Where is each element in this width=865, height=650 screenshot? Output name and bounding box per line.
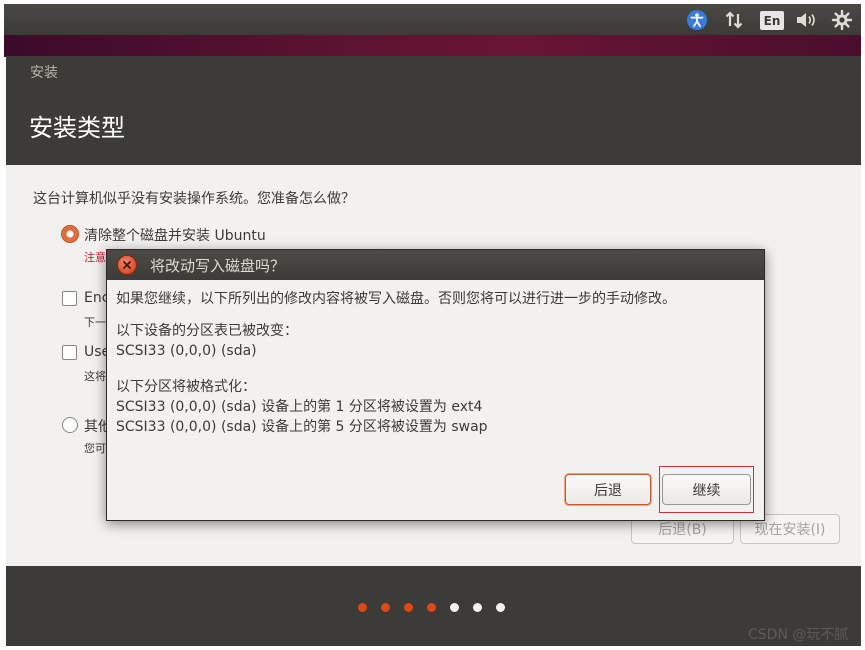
partition-table-device: SCSI33 (0,0,0) (sda) — [116, 343, 257, 359]
write-changes-dialog: 将改动写入磁盘吗？ 如果您继续，以下所列出的修改内容将被写入磁盘。否则您将可以进… — [106, 249, 765, 521]
page-title: 安装类型 — [29, 114, 125, 142]
dialog-intro: 如果您继续，以下所列出的修改内容将被写入磁盘。否则您将可以进行进一步的手动修改。 — [116, 291, 676, 307]
option-note: 下一 — [84, 316, 106, 329]
top-panel: En — [4, 4, 861, 35]
continue-button[interactable]: 继续 — [662, 474, 751, 505]
dialog-title: 将改动写入磁盘吗？ — [150, 257, 286, 275]
desktop-screen: En 安装 安装类型 这台计算机似乎没有安装操作系统。您准备怎么做？ 清除整个磁… — [0, 0, 865, 650]
close-icon[interactable] — [118, 256, 136, 274]
progress-dot — [473, 603, 482, 612]
checkbox[interactable] — [62, 291, 77, 306]
system-gear-icon[interactable] — [830, 8, 854, 31]
format-heading: 以下分区将被格式化： — [116, 379, 256, 395]
progress-dots — [358, 603, 505, 612]
checkbox[interactable] — [62, 345, 77, 360]
window-title: 安装 — [30, 65, 58, 81]
dialog-titlebar: 将改动写入磁盘吗？ — [107, 250, 764, 280]
watermark: CSDN @玩不腻 — [748, 627, 849, 643]
installer-header: 安装 安装类型 — [6, 56, 861, 165]
network-icon[interactable] — [722, 8, 746, 31]
format-item: SCSI33 (0,0,0) (sda) 设备上的第 5 分区将被设置为 swa… — [116, 419, 488, 435]
desktop-wallpaper — [4, 35, 861, 57]
progress-dot — [404, 603, 413, 612]
language-indicator[interactable]: En — [760, 11, 784, 30]
progress-dot — [427, 603, 436, 612]
progress-dot — [381, 603, 390, 612]
option-note: 您可 — [84, 442, 106, 455]
option-note-warning: 注意 — [84, 251, 106, 264]
dialog-body: 如果您继续，以下所列出的修改内容将被写入磁盘。否则您将可以进行进一步的手动修改。… — [116, 289, 756, 437]
progress-dot — [450, 603, 459, 612]
option-note: 这将 — [84, 370, 106, 383]
volume-icon[interactable] — [794, 8, 820, 31]
radio[interactable] — [62, 417, 78, 433]
option-label: 清除整个磁盘并安装 Ubuntu — [84, 228, 266, 244]
accessibility-icon[interactable] — [685, 8, 709, 31]
radio-selected[interactable] — [62, 226, 78, 242]
format-item: SCSI33 (0,0,0) (sda) 设备上的第 1 分区将被设置为 ext… — [116, 399, 483, 415]
progress-dot — [358, 603, 367, 612]
install-question: 这台计算机似乎没有安装操作系统。您准备怎么做？ — [33, 191, 355, 207]
progress-dot — [496, 603, 505, 612]
partition-table-heading: 以下设备的分区表已被改变： — [116, 323, 298, 339]
dialog-back-button[interactable]: 后退 — [565, 474, 651, 505]
installer-footer — [6, 566, 861, 646]
